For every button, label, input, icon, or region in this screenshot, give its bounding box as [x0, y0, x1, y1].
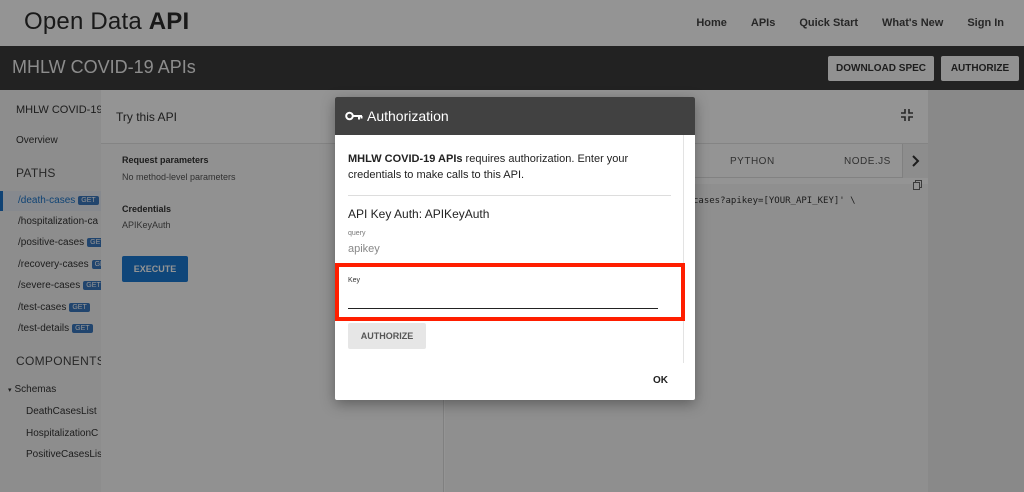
- api-name-strong: MHLW COVID-19 APIs: [348, 153, 463, 165]
- scrollbar[interactable]: [683, 135, 684, 363]
- dialog-title: Authorization: [367, 108, 449, 124]
- dialog-header: Authorization: [335, 97, 695, 135]
- key-field-highlight: [335, 263, 685, 321]
- apikey-param-name: apikey: [348, 243, 380, 255]
- ok-button[interactable]: OK: [653, 375, 668, 386]
- query-label: query: [348, 230, 366, 237]
- dialog-description: MHLW COVID-19 APIs requires authorizatio…: [348, 151, 658, 183]
- authorization-dialog: Authorization MHLW COVID-19 APIs require…: [335, 97, 695, 400]
- divider: [348, 195, 671, 196]
- key-icon: [345, 111, 363, 121]
- auth-scheme-title: API Key Auth: APIKeyAuth: [348, 207, 490, 221]
- dialog-authorize-button[interactable]: AUTHORIZE: [348, 323, 426, 349]
